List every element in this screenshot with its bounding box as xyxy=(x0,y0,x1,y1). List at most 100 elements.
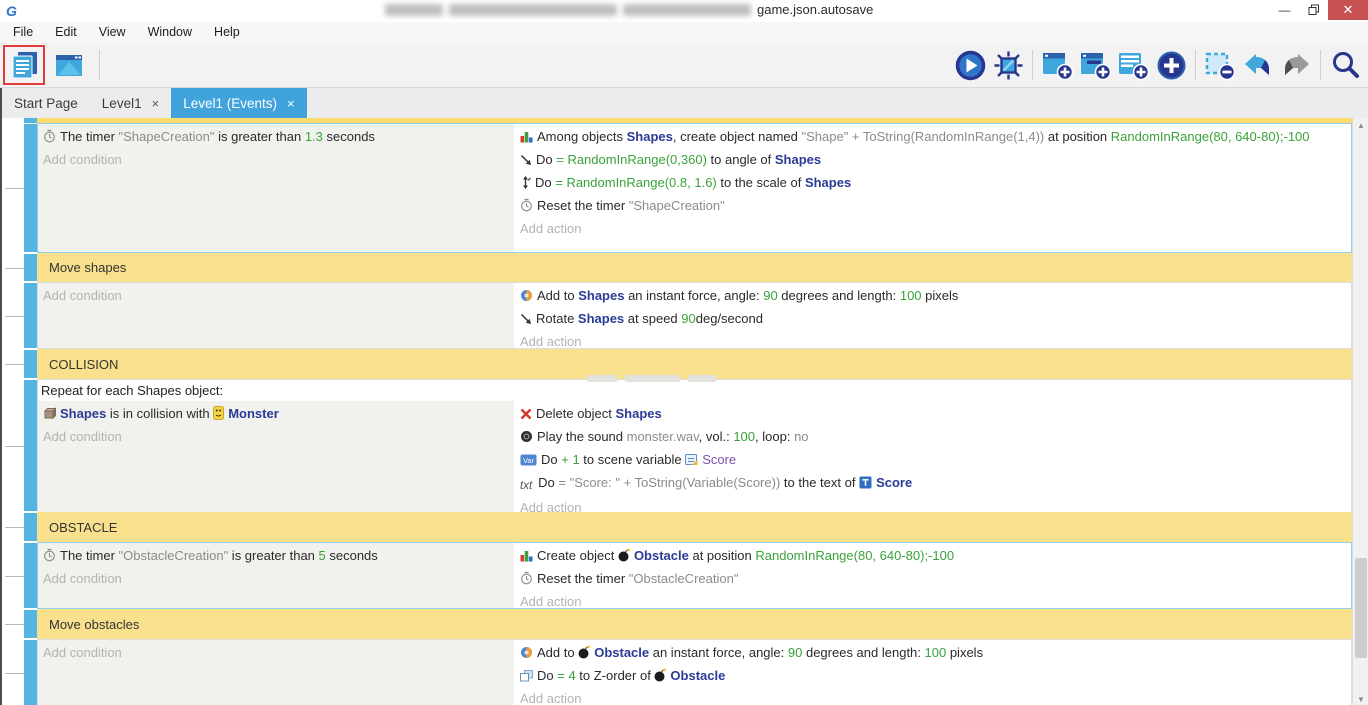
add-condition[interactable]: Add condition xyxy=(43,285,510,306)
debug-icon[interactable] xyxy=(991,48,1025,82)
object-link[interactable]: Obstacle xyxy=(634,548,689,563)
event-handle[interactable] xyxy=(24,283,37,348)
fold-tick[interactable] xyxy=(5,624,24,625)
action-line[interactable]: Reset the timer "ShapeCreation" xyxy=(520,195,1325,218)
event-handle[interactable] xyxy=(24,350,37,378)
preview-play-icon[interactable] xyxy=(953,48,987,82)
add-condition[interactable]: Add condition xyxy=(43,426,510,447)
window-title-text: game.json.autosave xyxy=(757,2,873,17)
scene-editor-icon[interactable] xyxy=(52,48,86,82)
action-line[interactable]: Add to Obstacle an instant force, angle:… xyxy=(520,642,1325,665)
event-handle[interactable] xyxy=(24,380,37,511)
add-subevent-icon[interactable] xyxy=(1078,48,1112,82)
undo-icon[interactable] xyxy=(1241,48,1275,82)
fold-tick[interactable] xyxy=(5,446,24,447)
event-handle[interactable] xyxy=(24,610,37,638)
close-button[interactable]: ✕ xyxy=(1328,0,1368,20)
action-line[interactable]: Add to Shapes an instant force, angle: 9… xyxy=(520,285,1325,308)
fold-tick[interactable] xyxy=(5,268,24,269)
scroll-down-icon[interactable]: ▼ xyxy=(1353,692,1368,705)
add-action[interactable]: Add action xyxy=(520,688,1325,705)
events-editor-icon[interactable] xyxy=(8,48,42,82)
object-link[interactable]: Monster xyxy=(228,406,279,421)
object-link[interactable]: Shapes xyxy=(627,129,673,144)
action-line[interactable]: Play the sound monster.wav, vol.: 100, l… xyxy=(520,426,1325,449)
menu-help[interactable]: Help xyxy=(203,22,251,43)
menu-view[interactable]: View xyxy=(88,22,137,43)
text-segment: "ShapeCreation" xyxy=(629,198,725,213)
condition-line[interactable]: The timer "ObstacleCreation" is greater … xyxy=(43,545,510,568)
text-segment: 100 xyxy=(733,429,755,444)
menu-window[interactable]: Window xyxy=(137,22,203,43)
variable-link[interactable]: Score xyxy=(702,452,736,467)
object-link[interactable]: Shapes xyxy=(60,406,106,421)
action-line[interactable]: Create object Obstacle at position Rando… xyxy=(520,545,1325,568)
comment-row: Move shapes xyxy=(2,253,1352,282)
event-handle[interactable] xyxy=(24,254,37,281)
object-link[interactable]: Shapes xyxy=(578,288,624,303)
object-link[interactable]: Shapes xyxy=(616,406,662,421)
foreach-columns: Shapes is in collision with MonsterAdd c… xyxy=(38,401,1351,520)
add-condition[interactable]: Add condition xyxy=(43,149,510,170)
tab-level1-events[interactable]: Level1 (Events) × xyxy=(171,88,306,118)
action-line[interactable]: Among objects Shapes, create object name… xyxy=(520,126,1325,149)
add-condition[interactable]: Add condition xyxy=(43,568,510,589)
event-handle[interactable] xyxy=(24,640,37,705)
tab-close-icon[interactable]: × xyxy=(287,96,295,111)
event-handle[interactable] xyxy=(24,513,37,541)
add-event-icon[interactable] xyxy=(1040,48,1074,82)
timer-icon xyxy=(520,570,533,591)
object-link[interactable]: Shapes xyxy=(775,152,821,167)
object-link[interactable]: Shapes xyxy=(805,175,851,190)
add-condition[interactable]: Add condition xyxy=(43,642,510,663)
event-handle[interactable] xyxy=(24,543,37,608)
fold-tick[interactable] xyxy=(5,527,24,528)
vertical-scrollbar[interactable]: ▲ ▼ xyxy=(1352,118,1368,705)
object-link[interactable]: Score xyxy=(876,475,912,490)
action-line[interactable]: Do = 4 to Z-order of Obstacle xyxy=(520,665,1325,688)
text-segment: is greater than xyxy=(214,129,304,144)
fold-tick[interactable] xyxy=(5,316,24,317)
menu-file[interactable]: File xyxy=(2,22,44,43)
event-handle[interactable] xyxy=(24,124,37,252)
scrollbar-thumb[interactable] xyxy=(1355,558,1367,658)
tab-start-page[interactable]: Start Page xyxy=(2,88,90,118)
action-line[interactable]: Rotate Shapes at speed 90deg/second xyxy=(520,308,1325,331)
menu-bar: File Edit View Window Help xyxy=(0,22,1368,43)
foreach-header[interactable]: Repeat for each Shapes object: xyxy=(38,380,1351,401)
redo-icon[interactable] xyxy=(1279,48,1313,82)
fold-tick[interactable] xyxy=(5,673,24,674)
search-icon[interactable] xyxy=(1328,48,1362,82)
minimize-button[interactable]: — xyxy=(1270,0,1299,20)
action-line[interactable]: Do = RandomInRange(0.8, 1.6) to the scal… xyxy=(520,172,1325,195)
condition-line[interactable]: Shapes is in collision with Monster xyxy=(43,403,510,426)
condition-line[interactable]: The timer "ShapeCreation" is greater tha… xyxy=(43,126,510,149)
object-link[interactable]: Obstacle xyxy=(670,668,725,683)
event-body: The timer "ShapeCreation" is greater tha… xyxy=(37,123,1352,253)
add-action[interactable]: Add action xyxy=(520,218,1325,239)
add-comment-icon[interactable] xyxy=(1116,48,1150,82)
fold-tick[interactable] xyxy=(5,576,24,577)
remove-selection-icon[interactable] xyxy=(1203,48,1237,82)
object-link[interactable]: Obstacle xyxy=(594,645,649,660)
action-line[interactable]: Delete object Shapes xyxy=(520,403,1325,426)
fold-tick[interactable] xyxy=(5,188,24,189)
object-link[interactable]: Shapes xyxy=(578,311,624,326)
action-line[interactable]: Reset the timer "ObstacleCreation" xyxy=(520,568,1325,591)
comment-text[interactable]: OBSTACLE xyxy=(37,512,1352,542)
scroll-up-icon[interactable]: ▲ xyxy=(1353,118,1368,132)
actions-column: Create object Obstacle at position Rando… xyxy=(514,543,1351,608)
action-line[interactable]: Do = RandomInRange(0,360) to angle of Sh… xyxy=(520,149,1325,172)
add-more-icon[interactable] xyxy=(1154,48,1188,82)
tab-close-icon[interactable]: × xyxy=(152,96,160,111)
comment-text[interactable]: Move obstacles xyxy=(37,609,1352,639)
bomb-icon xyxy=(578,644,590,665)
comment-text[interactable]: Move shapes xyxy=(37,253,1352,282)
action-line[interactable]: txtDo = "Score: " + ToString(Variable(Sc… xyxy=(520,472,1325,497)
tab-level1[interactable]: Level1 × xyxy=(90,88,171,118)
fold-tick[interactable] xyxy=(5,364,24,365)
text-segment: "ShapeCreation" xyxy=(119,129,215,144)
restore-button[interactable] xyxy=(1299,0,1328,20)
menu-edit[interactable]: Edit xyxy=(44,22,88,43)
action-line[interactable]: VarDo + 1 to scene variable Score xyxy=(520,449,1325,472)
